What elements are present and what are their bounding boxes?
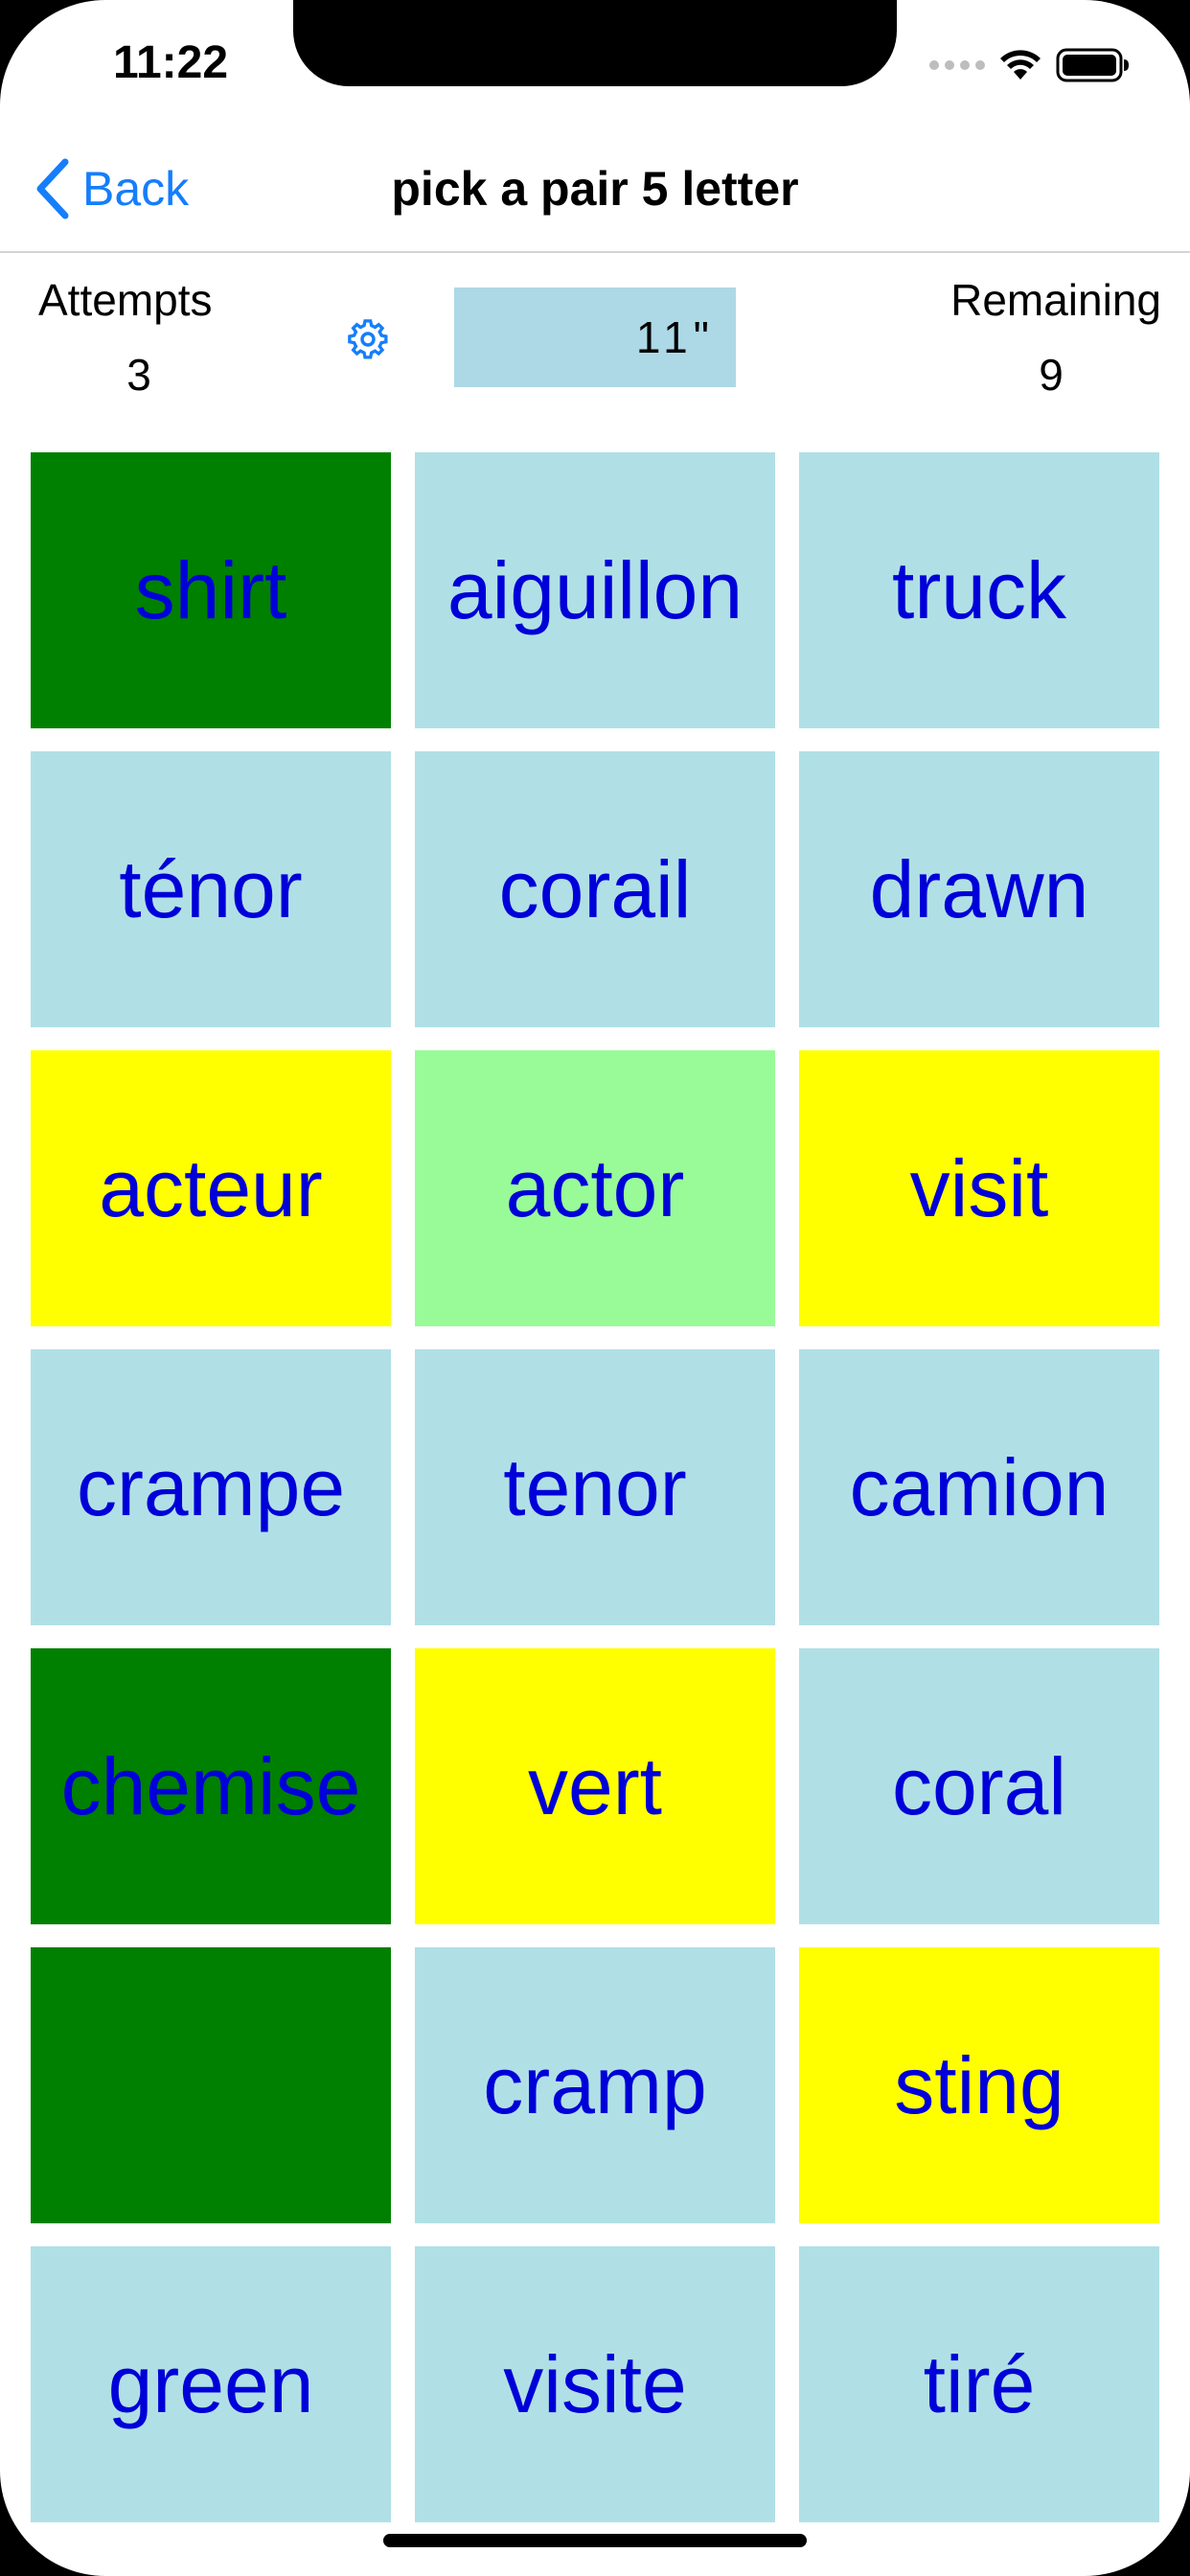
word-tile[interactable]: chemise [31,1648,391,1924]
word-tile-label: crampe [76,1441,346,1532]
battery-icon [1056,48,1129,82]
chevron-left-icon [36,158,69,219]
status-icons [929,46,1131,84]
word-tile-label: aiguillon [446,544,744,635]
word-tile-label: chemise [60,1740,361,1831]
word-tile[interactable]: truck [799,452,1159,728]
word-tile[interactable]: tenor [415,1349,775,1625]
word-tile[interactable] [31,1947,391,2223]
word-tile-grid: shirt aiguillon truck ténor corail drawn acteu… [31,452,1159,2522]
word-tile[interactable]: tiré [799,2246,1159,2522]
word-tile-label: visit [909,1142,1049,1233]
navigation-bar: Back pick a pair 5 letter [0,126,1190,253]
word-tile-label: truck [891,544,1067,635]
word-tile-label: vert [527,1740,663,1831]
word-tile[interactable]: corail [415,751,775,1027]
remaining-count: 9 [1039,350,1064,400]
word-tile-label: cramp [483,2039,707,2130]
word-tile[interactable]: shirt [31,452,391,728]
app-screen: 11:22 Back pick a pair 5 letter Attempts… [0,0,1190,2576]
gear-icon[interactable] [347,318,389,360]
back-button-label: Back [82,162,190,216]
attempts-count: 3 [126,350,151,400]
page-title: pick a pair 5 letter [391,162,799,216]
word-tile[interactable]: cramp [415,1947,775,2223]
word-tile-label: shirt [134,544,287,635]
word-tile[interactable]: sting [799,1947,1159,2223]
word-tile[interactable]: coral [799,1648,1159,1924]
word-tile[interactable]: aiguillon [415,452,775,728]
word-tile-label: sting [894,2039,1064,2130]
timer-display: 11" [454,288,736,387]
word-tile[interactable]: camion [799,1349,1159,1625]
word-tile-label: tiré [923,2338,1036,2429]
back-button[interactable]: Back [34,155,189,222]
wifi-icon [1000,50,1041,80]
word-tile[interactable]: acteur [31,1050,391,1326]
word-tile[interactable]: crampe [31,1349,391,1625]
word-tile[interactable]: green [31,2246,391,2522]
word-tile-label: acteur [99,1142,323,1233]
word-tile-label: ténor [119,843,303,934]
word-tile-label: coral [891,1740,1067,1831]
status-bar: 11:22 [0,0,1190,126]
home-indicator[interactable] [383,2534,807,2547]
attempts-label: Attempts [38,275,213,325]
word-tile[interactable]: ténor [31,751,391,1027]
word-tile[interactable]: visite [415,2246,775,2522]
status-time: 11:22 [112,37,229,88]
word-tile-label: drawn [869,843,1089,934]
word-tile-label: actor [505,1142,685,1233]
word-tile[interactable]: actor [415,1050,775,1326]
word-tile-label: green [107,2338,314,2429]
word-tile-label: corail [498,843,692,934]
word-tile[interactable]: visit [799,1050,1159,1326]
remaining-label: Remaining [950,275,1161,325]
word-tile-label: visite [503,2338,687,2429]
word-tile[interactable]: drawn [799,751,1159,1027]
word-tile-label: camion [849,1441,1110,1532]
word-tile-label: tenor [503,1441,687,1532]
stats-row: Attempts 3 11" Remaining 9 [0,255,1190,447]
word-tile[interactable]: vert [415,1648,775,1924]
device-notch [293,0,897,86]
cellular-signal-icon [929,60,985,70]
